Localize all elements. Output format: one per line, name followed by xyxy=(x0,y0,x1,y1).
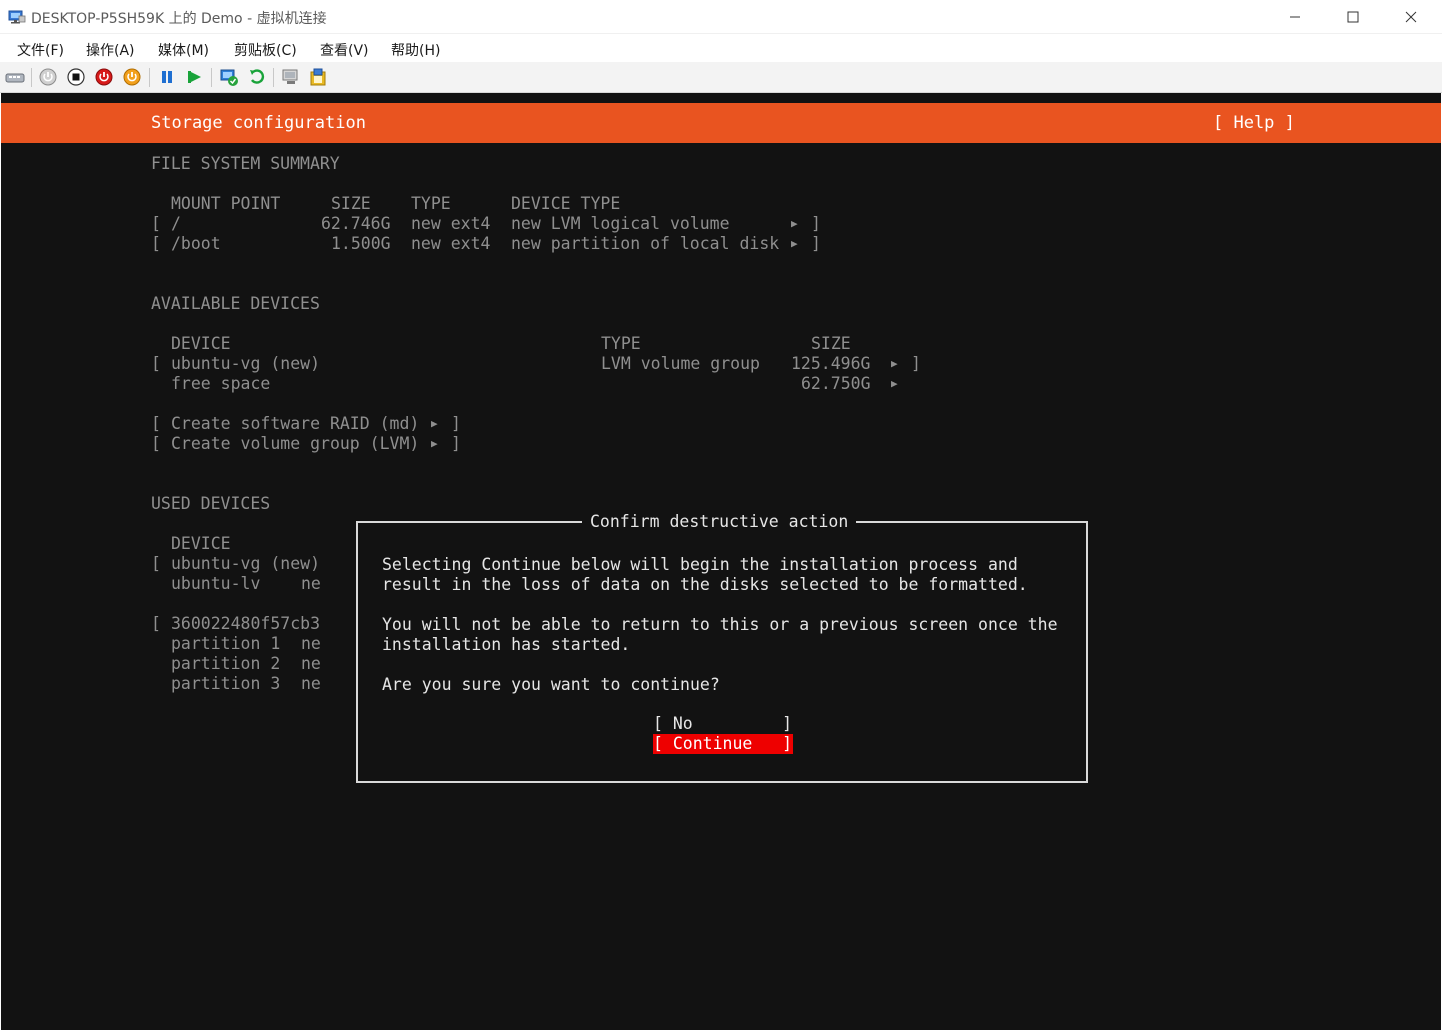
col-device: DEVICE xyxy=(171,534,231,553)
toolbar-separator xyxy=(211,68,212,87)
device-name: 360022480f57cb3 xyxy=(171,614,321,633)
menu-action[interactable]: 操作(A) xyxy=(86,40,135,60)
fs-device-type: new partition of local disk xyxy=(511,234,780,253)
device-name: ubuntu-vg (new) xyxy=(171,554,321,573)
expand-arrow-icon: ▶ xyxy=(791,217,798,230)
help-button[interactable]: [ Help ] xyxy=(1213,113,1295,133)
installer-header: Storage configuration [ Help ] xyxy=(1,103,1441,143)
fs-summary-heading: FILE SYSTEM SUMMARY xyxy=(151,154,340,173)
bracket-open: [ xyxy=(151,554,161,573)
bracket-open: [ xyxy=(151,354,161,373)
bracket-open: [ xyxy=(151,434,161,453)
toolbar-separator xyxy=(273,68,274,87)
dialog-title: Confirm destructive action xyxy=(582,512,857,532)
fs-size: 1.500G xyxy=(331,234,391,253)
power-button-icon[interactable] xyxy=(122,67,142,87)
col-type: TYPE xyxy=(601,334,641,353)
dialog-text: installation has started. xyxy=(382,635,631,654)
page-title: Storage configuration xyxy=(151,113,366,133)
toolbar-separator xyxy=(149,68,150,87)
dialog-text: result in the loss of data on the disks … xyxy=(382,575,1028,594)
col-type: TYPE xyxy=(411,194,451,213)
device-trail: ne xyxy=(301,674,321,693)
menu-file[interactable]: 文件(F) xyxy=(17,40,64,60)
device-trail: ne xyxy=(301,574,321,593)
continue-button[interactable]: [ Continue ] xyxy=(653,734,793,754)
expand-arrow-icon: ▶ xyxy=(431,417,438,430)
fs-size: 62.746G xyxy=(321,214,391,233)
device-name: partition 2 xyxy=(171,654,281,673)
device-size: 125.496G xyxy=(791,354,871,373)
dialog-text: You will not be able to return to this o… xyxy=(382,615,1058,634)
fs-type: new ext4 xyxy=(411,234,491,253)
bracket-close: ] xyxy=(451,434,461,453)
col-device: DEVICE xyxy=(171,334,231,353)
vm-console[interactable]: Storage configuration [ Help ] FILE SYST… xyxy=(1,93,1441,1030)
fs-mount: /boot xyxy=(171,234,221,253)
expand-arrow-icon: ▶ xyxy=(891,357,898,370)
menu-help[interactable]: 帮助(H) xyxy=(391,40,440,60)
expand-arrow-icon: ▶ xyxy=(891,377,898,390)
device-name: ubuntu-vg (new) xyxy=(171,354,321,373)
bracket-close: ] xyxy=(451,414,461,433)
bracket-close: ] xyxy=(911,354,921,373)
vm-connection-icon xyxy=(8,9,26,25)
minimize-icon[interactable] xyxy=(1266,0,1324,34)
bracket-open: [ xyxy=(151,234,161,253)
col-device-type: DEVICE TYPE xyxy=(511,194,621,213)
action-label: Create software RAID (md) xyxy=(171,414,420,433)
expand-arrow-icon: ▶ xyxy=(431,437,438,450)
device-name: partition 3 xyxy=(171,674,281,693)
device-size: 62.750G xyxy=(801,374,871,393)
resume-icon[interactable] xyxy=(185,67,205,87)
device-name: partition 1 xyxy=(171,634,281,653)
available-devices-heading: AVAILABLE DEVICES xyxy=(151,294,320,313)
fs-mount: / xyxy=(171,214,181,233)
maximize-icon[interactable] xyxy=(1324,0,1382,34)
close-icon[interactable] xyxy=(1382,0,1440,34)
menu-media[interactable]: 媒体(M) xyxy=(158,40,209,60)
confirm-dialog: Confirm destructive action Selecting Con… xyxy=(356,512,1088,783)
bracket-close: ] xyxy=(811,234,821,253)
menu-view[interactable]: 查看(V) xyxy=(320,40,369,60)
enhanced-session-icon[interactable] xyxy=(281,67,301,87)
menu-clipboard[interactable]: 剪贴板(C) xyxy=(234,40,297,60)
bracket-open: [ xyxy=(151,214,161,233)
device-type: LVM volume group xyxy=(601,354,760,373)
menu-bar: 文件(F) 操作(A) 媒体(M) 剪贴板(C) 查看(V) 帮助(H) xyxy=(0,34,1442,62)
dialog-text: Selecting Continue below will begin the … xyxy=(382,555,1018,574)
bracket-open: [ xyxy=(151,614,161,633)
dialog-question: Are you sure you want to continue? xyxy=(382,675,720,694)
start-icon[interactable] xyxy=(38,67,58,87)
window-title: DESKTOP-P5SH59K 上的 Demo - 虚拟机连接 xyxy=(31,11,327,27)
device-name: free space xyxy=(171,374,271,393)
device-name: ubuntu-lv xyxy=(171,574,261,593)
action-label: Create volume group (LVM) xyxy=(171,434,420,453)
ctrl-alt-del-icon[interactable] xyxy=(5,67,25,87)
used-devices-heading: USED DEVICES xyxy=(151,494,271,513)
device-trail: ne xyxy=(301,654,321,673)
col-size: SIZE xyxy=(331,194,371,213)
pause-icon[interactable] xyxy=(157,67,177,87)
fs-device-type: new LVM logical volume xyxy=(511,214,730,233)
col-size: SIZE xyxy=(811,334,851,353)
no-button[interactable]: [ No ] xyxy=(653,714,793,734)
turn-off-icon[interactable] xyxy=(66,67,86,87)
share-icon[interactable] xyxy=(308,67,328,87)
toolbar-separator xyxy=(31,68,32,87)
expand-arrow-icon: ▶ xyxy=(791,237,798,250)
col-mount-point: MOUNT POINT xyxy=(171,194,281,213)
checkpoint-icon[interactable] xyxy=(219,67,239,87)
window-titlebar: DESKTOP-P5SH59K 上的 Demo - 虚拟机连接 xyxy=(0,0,1442,34)
shutdown-icon[interactable] xyxy=(94,67,114,87)
bracket-open: [ xyxy=(151,414,161,433)
revert-icon[interactable] xyxy=(247,67,267,87)
device-trail: ne xyxy=(301,634,321,653)
toolbar xyxy=(0,62,1442,93)
bracket-close: ] xyxy=(811,214,821,233)
fs-type: new ext4 xyxy=(411,214,491,233)
